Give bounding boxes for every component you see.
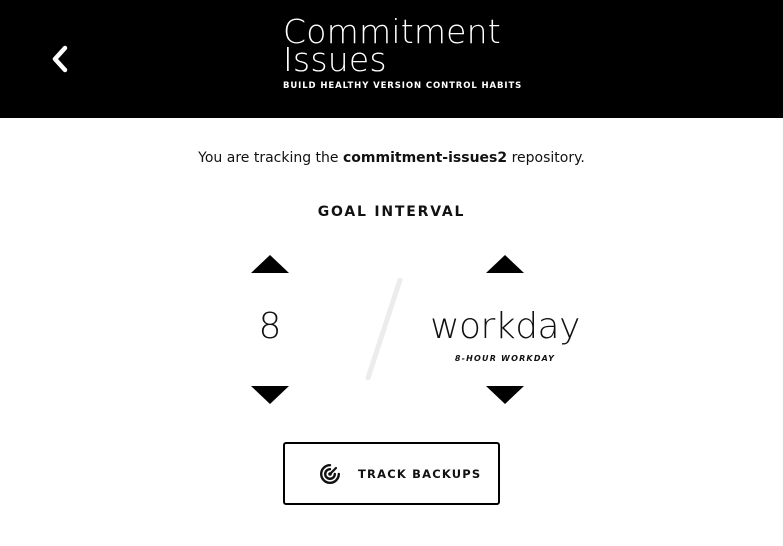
unit-previous-arrow[interactable]: [486, 386, 524, 404]
tracking-suffix: repository.: [507, 150, 585, 166]
repo-name: commitment-issues2: [342, 150, 508, 166]
unit-next-arrow[interactable]: [486, 255, 524, 273]
app-header: Commitment Issues BUILD HEALTHY VERSION …: [0, 0, 783, 118]
target-icon: [320, 464, 340, 484]
app-tagline: BUILD HEALTHY VERSION CONTROL HABITS: [283, 81, 523, 91]
count-decrease-arrow[interactable]: [251, 386, 289, 404]
back-button[interactable]: [44, 40, 78, 78]
interval-divider-slash: [365, 278, 403, 380]
goal-unit-value: workday: [430, 306, 580, 347]
track-backups-button[interactable]: TRACK BACKUPS: [283, 442, 500, 505]
goal-interval-heading: GOAL INTERVAL: [317, 204, 466, 220]
count-increase-arrow[interactable]: [251, 255, 289, 273]
tracking-prefix: You are tracking the: [198, 150, 343, 166]
chevron-left-icon: [52, 45, 68, 73]
track-backups-label: TRACK BACKUPS: [358, 467, 482, 481]
goal-count-value: 8: [258, 306, 282, 347]
tracking-message: You are tracking the commitment-issues2 …: [0, 150, 783, 166]
goal-unit-description: 8-HOUR WORKDAY: [454, 354, 556, 363]
brand: Commitment Issues BUILD HEALTHY VERSION …: [283, 15, 523, 91]
app-title: Commitment Issues: [283, 15, 522, 76]
